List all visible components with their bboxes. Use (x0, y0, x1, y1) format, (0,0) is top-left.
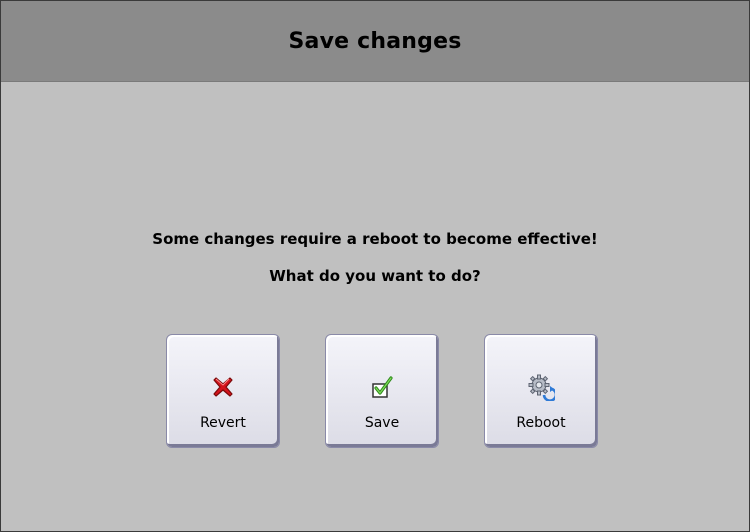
revert-button[interactable]: Revert (166, 334, 280, 448)
reboot-label: Reboot (516, 415, 566, 431)
reboot-button[interactable]: Reboot (484, 334, 598, 448)
save-label: Save (364, 415, 400, 431)
save-button[interactable]: Save (325, 334, 439, 448)
reboot-message: Some changes require a reboot to become … (152, 230, 598, 248)
question-text: What do you want to do? (269, 267, 481, 285)
dialog-title: Save changes (288, 28, 462, 54)
title-bar: Save changes (1, 1, 749, 82)
revert-label: Revert (200, 415, 246, 431)
red-x-icon (209, 373, 237, 401)
checkmark-icon (368, 373, 396, 401)
save-changes-dialog: Save changes Some changes require a rebo… (0, 0, 750, 532)
gear-reboot-icon (527, 373, 555, 401)
